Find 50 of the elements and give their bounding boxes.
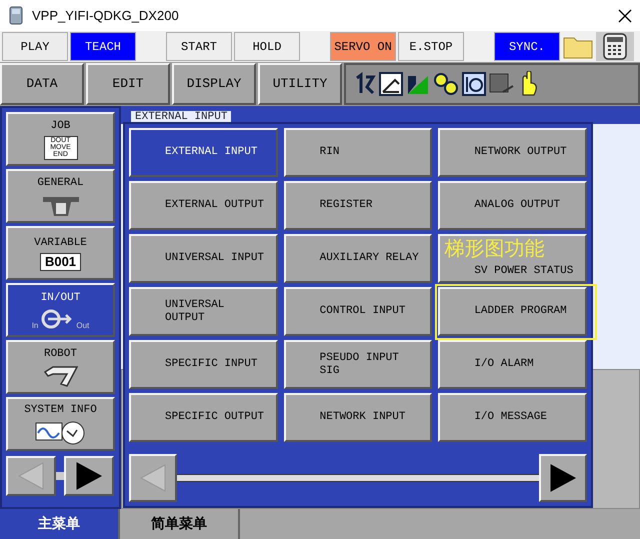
menu-button[interactable]: DISPLAY xyxy=(172,63,256,105)
menu-item-button[interactable]: ANALOG OUTPUT xyxy=(438,181,587,230)
menu-item-button[interactable]: NETWORK OUTPUT xyxy=(438,128,587,177)
menu-item-button[interactable]: REGISTER xyxy=(284,181,432,230)
number-icon xyxy=(354,72,376,96)
axis-icon xyxy=(379,72,403,96)
side-menu-button[interactable]: ROBOT xyxy=(6,340,115,394)
scroll-right-button[interactable] xyxy=(539,454,587,502)
right-triangle-icon xyxy=(75,461,103,491)
mode-button[interactable]: SERVO ON xyxy=(330,32,396,61)
mode-button[interactable]: TEACH xyxy=(70,32,136,61)
menu-button[interactable]: EDIT xyxy=(86,63,170,105)
scroll-track[interactable] xyxy=(177,474,539,482)
menu-item-button[interactable]: LADDER PROGRAM xyxy=(438,287,587,336)
mode-button[interactable]: HOLD xyxy=(234,32,300,61)
right-triangle-icon xyxy=(549,463,577,493)
variable-code: B001 xyxy=(40,253,82,272)
mode-button[interactable]: E.STOP xyxy=(398,32,464,61)
menu-button[interactable]: UTILITY xyxy=(258,63,342,105)
bottom-tab[interactable]: 主菜单 xyxy=(0,509,120,539)
arrow-connector xyxy=(56,472,64,480)
mode-button[interactable]: SYNC. xyxy=(494,32,560,61)
menu-item-button[interactable]: SPECIFIC OUTPUT xyxy=(129,393,278,442)
menu-item-button[interactable]: RIN xyxy=(284,128,432,177)
wave-and-clock-icon xyxy=(34,420,86,446)
menu-item-button[interactable]: PSEUDO INPUT SIG xyxy=(284,340,432,389)
mode-button[interactable]: START xyxy=(166,32,232,61)
menu-item-button[interactable]: CONTROL INPUT xyxy=(284,287,432,336)
menu-item-button[interactable]: UNIVERSAL INPUT xyxy=(129,234,278,283)
menu-item-button[interactable]: EXTERNAL INPUT xyxy=(129,128,278,177)
side-menu-button[interactable]: GENERAL xyxy=(6,169,115,223)
side-menu-button[interactable]: IN/OUT In Out xyxy=(6,283,115,337)
window-title: VPP_YIFI-QDKG_DX200 xyxy=(32,6,179,25)
menu-item-button[interactable]: UNIVERSAL OUTPUT xyxy=(129,287,278,336)
mode-button[interactable]: PLAY xyxy=(2,32,68,61)
menu-button[interactable]: DATA xyxy=(0,63,84,105)
menu-item-button[interactable]: I/O ALARM xyxy=(438,340,587,389)
menu-item-button[interactable]: I/O MESSAGE xyxy=(438,393,587,442)
left-triangle-icon xyxy=(17,461,45,491)
left-triangle-icon xyxy=(139,463,167,493)
scroll-right-button[interactable] xyxy=(64,456,114,496)
coordinate-icon xyxy=(462,72,486,96)
close-icon[interactable] xyxy=(618,8,632,22)
side-menu-button[interactable]: SYSTEM INFO xyxy=(6,397,115,451)
menu-item-button[interactable]: SPECIFIC INPUT xyxy=(129,340,278,389)
annotation-text: 梯形图功能 xyxy=(444,236,544,260)
menu-item-button[interactable]: NETWORK INPUT xyxy=(284,393,432,442)
menu-item-button[interactable]: AUXILIARY RELAY xyxy=(284,234,432,283)
side-menu-button[interactable]: VARIABLE B001 xyxy=(6,226,115,280)
menu-item-button[interactable]: EXTERNAL OUTPUT xyxy=(129,181,278,230)
